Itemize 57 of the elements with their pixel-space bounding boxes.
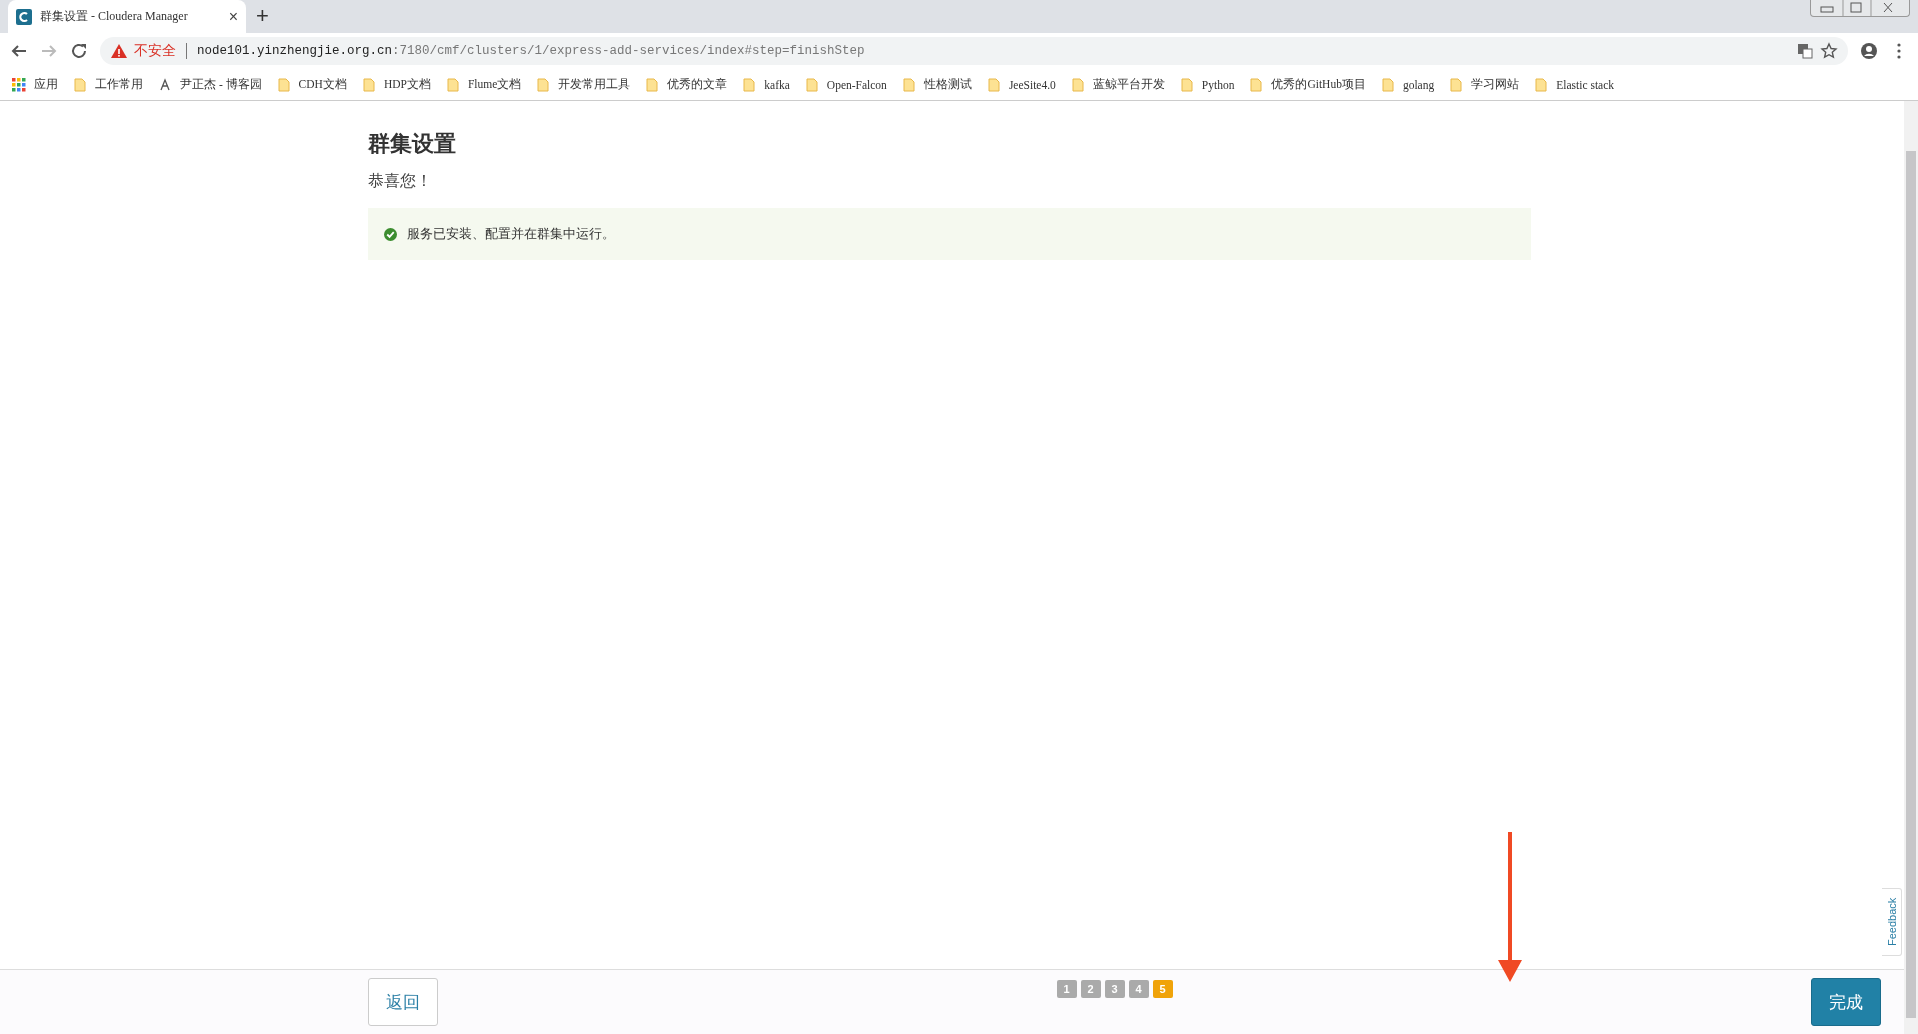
folder-icon xyxy=(645,77,660,92)
browser-tab[interactable]: 群集设置 - Cloudera Manager × xyxy=(8,0,246,33)
alert-text: 服务已安装、配置并在群集中运行。 xyxy=(407,225,615,243)
folder-icon xyxy=(73,77,87,92)
folder-icon xyxy=(276,77,291,92)
warning-icon xyxy=(110,42,128,60)
folder-icon xyxy=(901,77,916,92)
reload-icon[interactable] xyxy=(70,42,88,60)
subtitle: 恭喜您！ xyxy=(368,171,433,191)
bookmark[interactable]: Elastic stack xyxy=(1534,77,1615,92)
finish-button[interactable]: 完成 xyxy=(1811,978,1881,1026)
bookmark[interactable]: 性格测试 xyxy=(901,77,972,92)
bookmark[interactable]: HDP文档 xyxy=(361,77,431,92)
folder-icon xyxy=(1534,77,1549,92)
new-tab-button[interactable]: + xyxy=(256,3,269,29)
bookmark[interactable]: 学习网站 xyxy=(1449,77,1520,92)
folder-icon xyxy=(361,77,376,92)
bookmark[interactable]: 开发常用工具 xyxy=(536,77,631,92)
page-title: 群集设置 xyxy=(368,130,457,158)
folder-icon xyxy=(1449,77,1464,92)
security-label: 不安全 xyxy=(134,42,176,60)
figure-icon xyxy=(158,77,172,92)
bookmark[interactable]: kafka xyxy=(742,77,790,92)
folder-icon xyxy=(1249,77,1264,92)
profile-icon[interactable] xyxy=(1860,42,1878,60)
folder-icon xyxy=(1179,77,1194,92)
close-tab-button[interactable]: × xyxy=(228,7,238,26)
bookmark[interactable]: CDH文档 xyxy=(276,77,347,92)
tab-title: 群集设置 - Cloudera Manager xyxy=(40,8,189,25)
folder-icon xyxy=(1380,77,1395,92)
bookmark[interactable]: 工作常用 xyxy=(73,77,143,92)
url-text: node101.yinzhengjie.org.cn:7180/cmf/clusters/1/express-add-services/index#step=finishStep xyxy=(197,44,866,58)
bookmark[interactable]: golang xyxy=(1380,77,1435,92)
scrollbar[interactable] xyxy=(1904,101,1918,1034)
c-logo-icon xyxy=(16,8,32,25)
address-bar[interactable]: 不安全 node101.yinzhengjie.org.cn:7180/cmf/clusters/1/express-add-services/index#step=finishStep xyxy=(100,37,1848,65)
folder-icon xyxy=(536,77,551,92)
folder-icon xyxy=(742,77,757,92)
bookmark[interactable]: 优秀的GitHub项目 xyxy=(1249,77,1366,92)
folder-icon xyxy=(986,77,1001,92)
apps-icon xyxy=(12,77,26,92)
bookmark[interactable]: 蓝鲸平台开发 xyxy=(1070,77,1165,92)
folder-icon xyxy=(445,77,460,92)
bookmark[interactable]: 应用 xyxy=(12,77,58,92)
back-button[interactable]: 返回 xyxy=(368,978,438,1026)
bookmark[interactable]: 尹正杰 - 博客园 xyxy=(158,77,262,92)
translate-icon[interactable] xyxy=(1796,42,1814,60)
check-circle-icon xyxy=(384,227,397,241)
folder-icon xyxy=(1070,77,1085,92)
folder-icon xyxy=(804,77,819,92)
bookmark[interactable]: 优秀的文章 xyxy=(645,77,728,92)
bookmark[interactable]: JeeSite4.0 xyxy=(986,77,1056,92)
bookmark[interactable]: Open-Falcon xyxy=(804,77,887,92)
feedback-tab[interactable]: Feedback xyxy=(1882,888,1902,956)
bookmark[interactable]: Python xyxy=(1179,77,1235,92)
star-icon[interactable] xyxy=(1820,42,1838,60)
bookmark[interactable]: Flume文档 xyxy=(445,77,522,92)
